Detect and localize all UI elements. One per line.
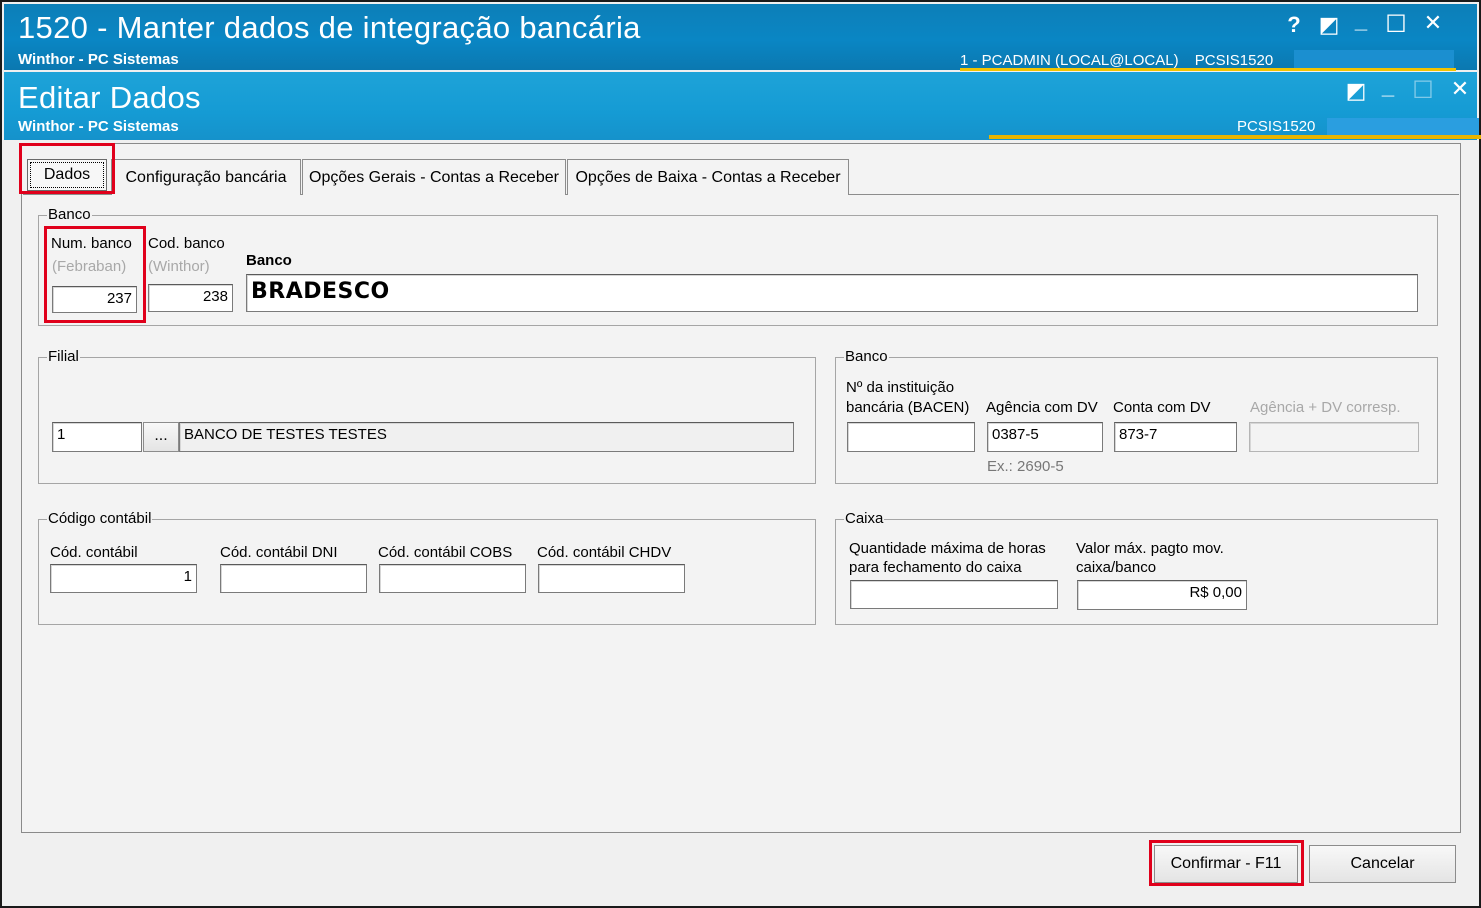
application-window: 1520 - Manter dados de integração bancár… bbox=[0, 0, 1481, 908]
cod-contabil-dni-field[interactable] bbox=[220, 564, 367, 593]
cod-banco-field[interactable]: 238 bbox=[148, 284, 233, 312]
dialog-title: Editar Dados bbox=[18, 80, 201, 115]
filial-code-field[interactable]: 1 bbox=[52, 422, 142, 452]
tab-opcoes-gerais[interactable]: Opções Gerais - Contas a Receber bbox=[302, 159, 566, 195]
banco-bacen-group-title: Banco bbox=[844, 348, 889, 365]
horas-field[interactable] bbox=[850, 580, 1058, 609]
cod-contabil-cobs-label: Cód. contábil COBS bbox=[378, 544, 513, 561]
status-strip bbox=[1294, 50, 1454, 68]
bacen-label-line1: Nº da instituição bbox=[846, 379, 955, 396]
maximize-icon[interactable]: ☐ bbox=[1384, 10, 1408, 39]
agencia-corresp-label: Agência + DV corresp. bbox=[1250, 399, 1401, 416]
status-strip bbox=[1327, 118, 1479, 136]
valor-label-line2: caixa/banco bbox=[1076, 559, 1157, 576]
cod-banco-label: Cod. banco bbox=[148, 235, 225, 252]
user-info-underline bbox=[960, 68, 1456, 71]
conta-label: Conta com DV bbox=[1113, 399, 1211, 416]
horas-label-line1: Quantidade máxima de horas bbox=[849, 540, 1046, 557]
agencia-field[interactable]: 0387-5 bbox=[987, 422, 1103, 452]
cod-contabil-chdv-field[interactable] bbox=[538, 564, 685, 593]
dialog-title-bar[interactable]: Editar Dados Winthor - PC Sistemas PCSIS… bbox=[4, 72, 1481, 140]
filial-lookup-button[interactable]: ... bbox=[143, 422, 179, 452]
confirm-button[interactable]: Confirmar - F11 bbox=[1154, 845, 1298, 883]
filial-group-title: Filial bbox=[47, 348, 80, 365]
tab-opcoes-baixa[interactable]: Opções de Baixa - Contas a Receber bbox=[567, 159, 849, 195]
agencia-label: Agência com DV bbox=[986, 399, 1098, 416]
banco-bacen-group: Banco bbox=[835, 348, 1438, 484]
agencia-hint: Ex.: 2690-5 bbox=[987, 458, 1064, 475]
user-info-text: 1 - PCADMIN (LOCAL@LOCAL) bbox=[960, 52, 1179, 69]
filial-group: Filial bbox=[38, 348, 816, 484]
agencia-corresp-field bbox=[1249, 422, 1419, 452]
window-title: 1520 - Manter dados de integração bancár… bbox=[18, 10, 641, 45]
help-icon[interactable]: ? bbox=[1284, 12, 1304, 38]
user-info: 1 - PCADMIN (LOCAL@LOCAL) PCSIS1520 bbox=[960, 52, 1273, 69]
num-banco-label: Num. banco bbox=[51, 235, 132, 252]
program-code: PCSIS1520 bbox=[1194, 52, 1274, 69]
valor-label-line1: Valor máx. pagto mov. bbox=[1076, 540, 1224, 557]
cod-banco-sublabel: (Winthor) bbox=[148, 258, 210, 275]
num-banco-field[interactable]: 237 bbox=[52, 286, 137, 313]
horas-label-line2: para fechamento do caixa bbox=[849, 559, 1022, 576]
cod-contabil-cobs-field[interactable] bbox=[379, 564, 526, 593]
minimize-icon[interactable]: _ bbox=[1350, 8, 1372, 34]
restore-icon[interactable]: ◩ bbox=[1344, 78, 1368, 104]
restore-icon[interactable]: ◩ bbox=[1317, 12, 1341, 38]
minimize-icon[interactable]: _ bbox=[1377, 74, 1399, 100]
dialog-subtitle: Winthor - PC Sistemas bbox=[18, 118, 179, 135]
dialog-program-code: PCSIS1520 bbox=[1237, 118, 1316, 135]
conta-field[interactable]: 873-7 bbox=[1114, 422, 1237, 452]
caixa-group-title: Caixa bbox=[844, 510, 885, 527]
filial-name-field: BANCO DE TESTES TESTES bbox=[179, 422, 794, 452]
tab-configuracao-bancaria[interactable]: Configuração bancária bbox=[111, 159, 301, 195]
cod-contabil-chdv-label: Cód. contábil CHDV bbox=[537, 544, 672, 561]
cod-contabil-label: Cód. contábil bbox=[50, 544, 138, 561]
valor-field[interactable]: R$ 0,00 bbox=[1077, 580, 1247, 610]
banco-name-field[interactable]: BRADESCO bbox=[246, 274, 1418, 312]
close-icon[interactable]: ✕ bbox=[1420, 10, 1446, 36]
close-icon[interactable]: ✕ bbox=[1447, 76, 1473, 102]
window-subtitle: Winthor - PC Sistemas bbox=[18, 51, 179, 68]
codigo-contabil-group-title: Código contábil bbox=[47, 510, 153, 527]
cod-contabil-field[interactable]: 1 bbox=[50, 564, 197, 593]
tab-dados[interactable]: Dados bbox=[27, 159, 107, 191]
bacen-label-line2: bancária (BACEN) bbox=[846, 399, 970, 416]
program-code-underline bbox=[989, 135, 1481, 139]
cancel-button[interactable]: Cancelar bbox=[1309, 845, 1456, 883]
main-title-bar[interactable]: 1520 - Manter dados de integração bancár… bbox=[4, 4, 1477, 71]
banco-group-title: Banco bbox=[47, 206, 92, 223]
banco-label: Banco bbox=[246, 252, 292, 269]
cod-contabil-dni-label: Cód. contábil DNI bbox=[220, 544, 338, 561]
maximize-icon: ☐ bbox=[1412, 77, 1434, 104]
bacen-field[interactable] bbox=[847, 422, 975, 452]
num-banco-sublabel: (Febraban) bbox=[52, 258, 127, 275]
